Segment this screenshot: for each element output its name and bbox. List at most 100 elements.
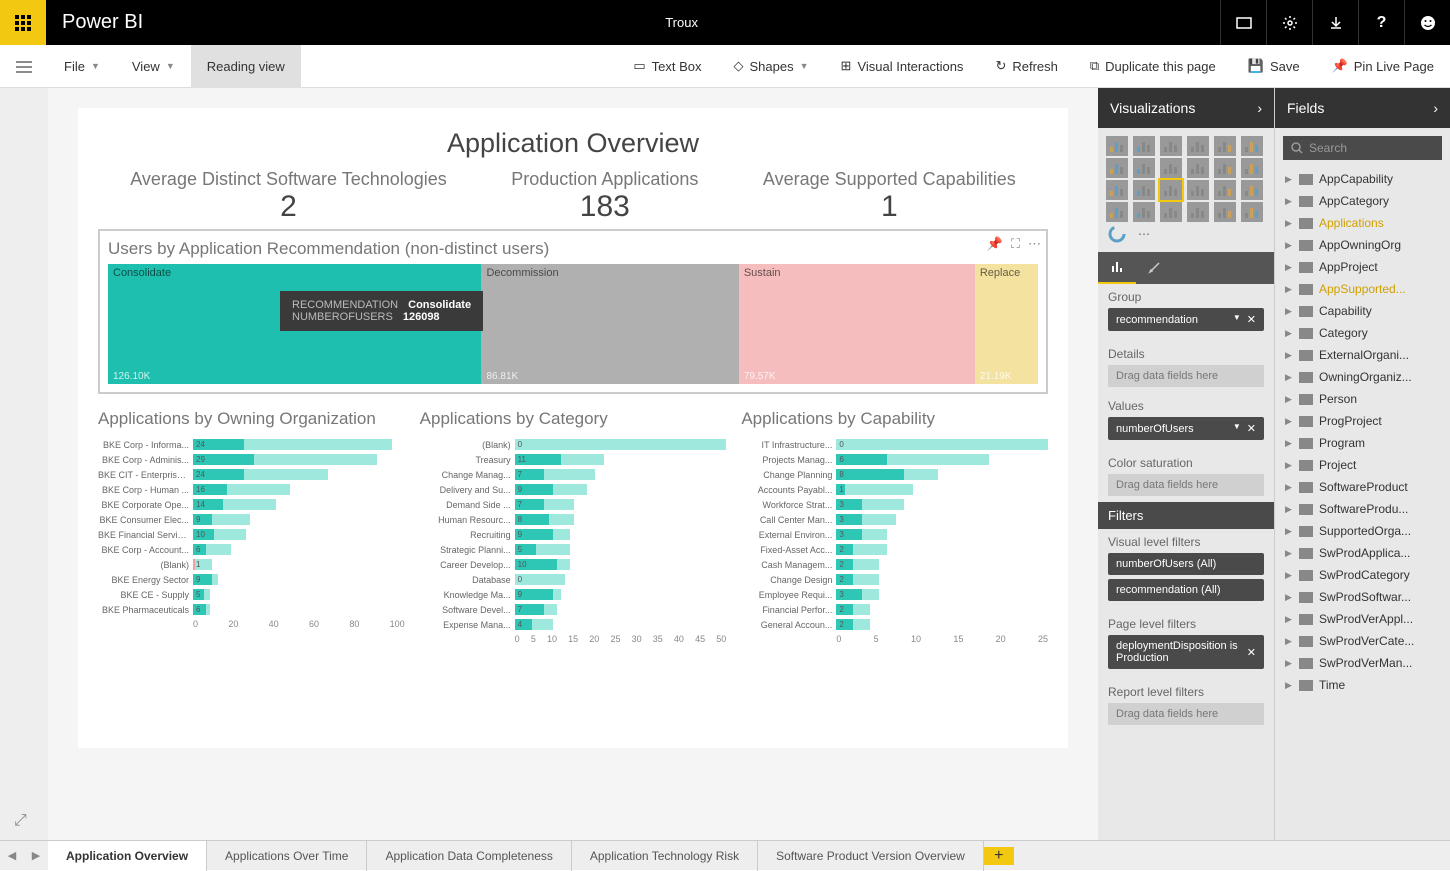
viz-type-icon[interactable] — [1106, 202, 1128, 222]
view-menu[interactable]: View ▼ — [116, 45, 191, 88]
expand-icon[interactable]: ▶ — [1285, 438, 1293, 449]
remove-icon[interactable]: ✕ — [1247, 422, 1256, 435]
field-item[interactable]: ▶AppCategory — [1275, 190, 1450, 212]
group-field[interactable]: recommendation▼✕ — [1108, 308, 1264, 331]
viz-type-icon[interactable] — [1241, 202, 1263, 222]
download-icon[interactable] — [1312, 0, 1358, 45]
expand-icon[interactable]: ▶ — [1285, 306, 1293, 317]
bar-row[interactable]: Call Center Man... 3 — [741, 512, 1048, 527]
viz-type-icon[interactable] — [1160, 180, 1182, 200]
field-item[interactable]: ▶Program — [1275, 432, 1450, 454]
bar-row[interactable]: BKE Consumer Elec... 9 — [98, 512, 405, 527]
viz-type-icon[interactable] — [1214, 180, 1236, 200]
bar-row[interactable]: Change Design 2 — [741, 572, 1048, 587]
pin-visual-icon[interactable]: 📌 — [987, 236, 1003, 252]
bar-row[interactable]: Workforce Strat... 3 — [741, 497, 1048, 512]
expand-icon[interactable]: ▶ — [1285, 614, 1293, 625]
save-button[interactable]: 💾Save — [1232, 45, 1316, 88]
viz-type-icon[interactable] — [1241, 136, 1263, 156]
viz-type-icon[interactable] — [1133, 202, 1155, 222]
page-tab[interactable]: Application Data Completeness — [367, 841, 571, 871]
feedback-icon[interactable] — [1404, 0, 1450, 45]
bar-row[interactable]: General Accoun... 2 — [741, 617, 1048, 632]
field-item[interactable]: ▶AppOwningOrg — [1275, 234, 1450, 256]
expand-icon[interactable]: ▶ — [1285, 548, 1293, 559]
viz-type-icon[interactable] — [1106, 224, 1128, 244]
remove-icon[interactable]: ✕ — [1247, 313, 1256, 326]
bar-row[interactable]: BKE Corporate Ope... 14 — [98, 497, 405, 512]
bar-row[interactable]: Database 0 — [420, 572, 727, 587]
viz-type-icon[interactable] — [1187, 180, 1209, 200]
fields-panel-header[interactable]: Fields› — [1275, 88, 1450, 128]
refresh-button[interactable]: ↻Refresh — [979, 45, 1073, 88]
details-well[interactable]: Drag data fields here — [1108, 365, 1264, 387]
kpi-card[interactable]: Average Supported Capabilities1 — [763, 169, 1016, 224]
textbox-button[interactable]: ▭Text Box — [617, 45, 717, 88]
bar-row[interactable]: Change Manag... 7 — [420, 467, 727, 482]
expand-icon[interactable]: ▶ — [1285, 504, 1293, 515]
kpi-card[interactable]: Production Applications183 — [511, 169, 698, 224]
field-item[interactable]: ▶Category — [1275, 322, 1450, 344]
viz-type-icon[interactable] — [1160, 202, 1182, 222]
expand-icon[interactable]: ▶ — [1285, 460, 1293, 471]
bar-row[interactable]: External Environ... 3 — [741, 527, 1048, 542]
visual-filter-2[interactable]: recommendation (All) — [1108, 579, 1264, 601]
field-item[interactable]: ▶AppSupported... — [1275, 278, 1450, 300]
expand-icon[interactable]: ▶ — [1285, 350, 1293, 361]
bar-row[interactable]: Projects Manag... 6 — [741, 452, 1048, 467]
more-viz-icon[interactable]: ⋯ — [1133, 224, 1155, 244]
viz-type-icon[interactable] — [1160, 158, 1182, 178]
expand-icon[interactable]: ▶ — [1285, 636, 1293, 647]
page-tab[interactable]: Applications Over Time — [207, 841, 367, 871]
field-item[interactable]: ▶Capability — [1275, 300, 1450, 322]
chevron-down-icon[interactable]: ▼ — [1233, 313, 1241, 326]
treemap-cell[interactable]: Decommission86.81K — [481, 264, 738, 384]
kpi-card[interactable]: Average Distinct Software Technologies2 — [130, 169, 447, 224]
file-menu[interactable]: File ▼ — [48, 45, 116, 88]
hamburger-icon[interactable] — [0, 45, 48, 88]
capability-chart[interactable]: Applications by Capability IT Infrastruc… — [741, 409, 1048, 644]
chevron-right-icon[interactable]: › — [1433, 100, 1438, 116]
field-item[interactable]: ▶SwProdCategory — [1275, 564, 1450, 586]
chevron-right-icon[interactable]: › — [1257, 100, 1262, 116]
viz-type-icon[interactable] — [1214, 158, 1236, 178]
bar-row[interactable]: BKE Corp - Account... 6 — [98, 542, 405, 557]
expand-icon[interactable]: ▶ — [1285, 482, 1293, 493]
page-tab[interactable]: Application Technology Risk — [572, 841, 758, 871]
field-item[interactable]: ▶OwningOrganiz... — [1275, 366, 1450, 388]
visual-filter-1[interactable]: numberOfUsers (All) — [1108, 553, 1264, 575]
field-item[interactable]: ▶Person — [1275, 388, 1450, 410]
bar-row[interactable]: Human Resourc... 8 — [420, 512, 727, 527]
bar-row[interactable]: BKE Energy Sector 9 — [98, 572, 405, 587]
bar-row[interactable]: (Blank) 1 — [98, 557, 405, 572]
expand-icon[interactable]: ▶ — [1285, 240, 1293, 251]
duplicate-button[interactable]: ⧉Duplicate this page — [1074, 45, 1232, 88]
bar-row[interactable]: Demand Side ... 7 — [420, 497, 727, 512]
expand-icon[interactable]: ▶ — [1285, 218, 1293, 229]
bar-row[interactable]: Change Planning 8 — [741, 467, 1048, 482]
pin-button[interactable]: 📌Pin Live Page — [1316, 45, 1450, 88]
expand-icon[interactable]: ▶ — [1285, 284, 1293, 295]
field-item[interactable]: ▶SupportedOrga... — [1275, 520, 1450, 542]
viz-type-icon[interactable] — [1187, 136, 1209, 156]
remove-icon[interactable]: ✕ — [1247, 646, 1256, 659]
color-well[interactable]: Drag data fields here — [1108, 474, 1264, 496]
field-item[interactable]: ▶ExternalOrgani... — [1275, 344, 1450, 366]
field-item[interactable]: ▶SwProdApplica... — [1275, 542, 1450, 564]
bar-row[interactable]: BKE CE - Supply 5 — [98, 587, 405, 602]
reading-view-button[interactable]: Reading view — [191, 45, 301, 88]
page-tab[interactable]: Software Product Version Overview — [758, 841, 984, 871]
viz-type-icon[interactable] — [1241, 158, 1263, 178]
bar-row[interactable]: Career Develop... 10 — [420, 557, 727, 572]
focus-icon[interactable]: ⛶ — [1011, 236, 1020, 252]
expand-icon[interactable]: ▶ — [1285, 570, 1293, 581]
help-icon[interactable]: ? — [1358, 0, 1404, 45]
fullscreen-icon[interactable] — [1220, 0, 1266, 45]
owning-chart[interactable]: Applications by Owning Organization BKE … — [98, 409, 405, 644]
bar-row[interactable]: BKE Pharmaceuticals 6 — [98, 602, 405, 617]
bar-row[interactable]: Financial Perfor... 2 — [741, 602, 1048, 617]
expand-icon[interactable]: ▶ — [1285, 658, 1293, 669]
field-item[interactable]: ▶SwProdVerAppl... — [1275, 608, 1450, 630]
tab-prev[interactable]: ◀ — [0, 849, 24, 862]
field-item[interactable]: ▶SwProdVerMan... — [1275, 652, 1450, 674]
